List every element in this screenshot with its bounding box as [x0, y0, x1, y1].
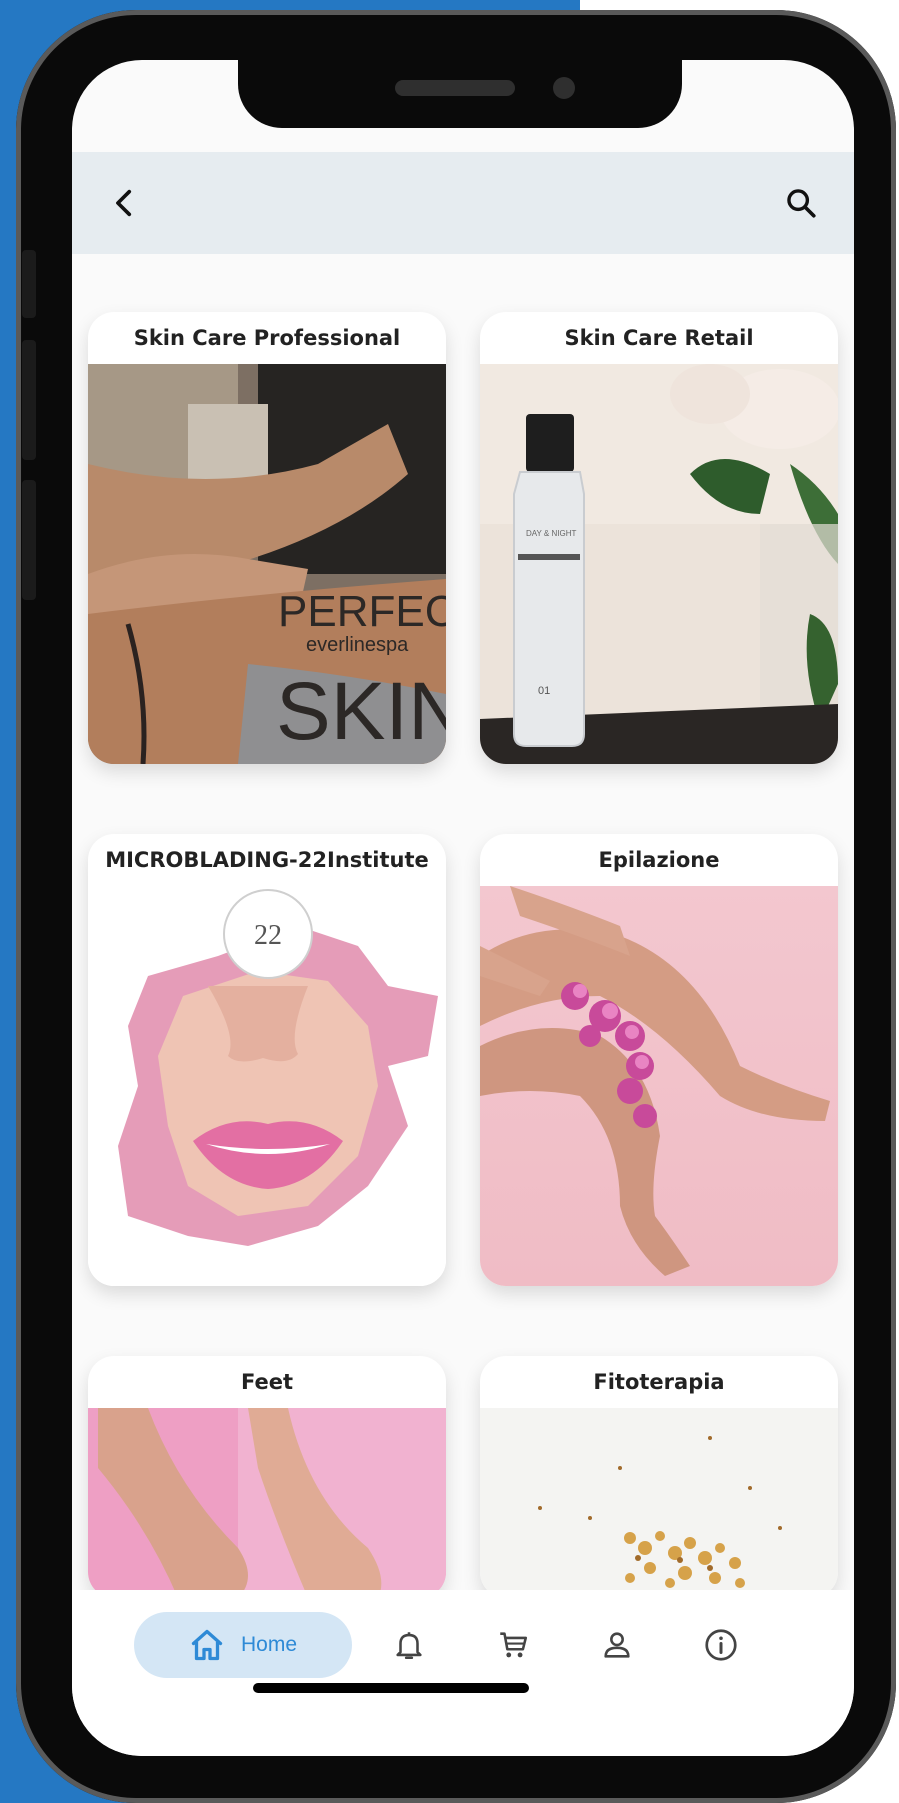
nav-home-label: Home [240, 1633, 298, 1656]
overlay-text: 01 [538, 685, 550, 697]
cleansing-bottle-photo: DAY & NIGHT 01 [480, 364, 838, 764]
category-title: Fitoterapia [593, 1370, 725, 1394]
phone-side-button [22, 480, 36, 600]
category-card-skin-care-professional[interactable]: Skin Care Professional PERFECT everlines… [88, 312, 446, 764]
dried-herbs-photo [480, 1408, 838, 1598]
phone-side-button [22, 250, 36, 318]
category-card-microblading[interactable]: MICROBLADING-22Institute 22 [88, 834, 446, 1286]
overlay-text: everlinespa [306, 634, 409, 656]
phone-side-button [22, 340, 36, 460]
nav-info-button[interactable] [696, 1620, 746, 1670]
category-card-fitoterapia[interactable]: Fitoterapia [480, 1356, 838, 1598]
category-title: MICROBLADING-22Institute [105, 848, 429, 872]
nav-home-button[interactable]: Home [134, 1612, 352, 1678]
back-button[interactable] [100, 178, 150, 228]
speaker-grille [395, 80, 515, 96]
category-title: Feet [240, 1370, 294, 1394]
overlay-text: PERFECT [278, 587, 446, 636]
category-title: Skin Care Professional [133, 326, 401, 350]
chevron-left-icon [116, 189, 132, 217]
home-icon [191, 1629, 223, 1661]
category-card-epilazione[interactable]: Epilazione [480, 834, 838, 1286]
category-card-feet[interactable]: Feet [88, 1356, 446, 1598]
feet-pink-photo [88, 1408, 446, 1598]
search-icon [787, 189, 816, 218]
app-screen: Skin Care Professional PERFECT everlines… [72, 60, 854, 1756]
spa-massage-photo: PERFECT everlinespa SKIN [88, 364, 446, 764]
nav-notifications-button[interactable] [384, 1620, 434, 1670]
nav-profile-button[interactable] [592, 1620, 642, 1670]
overlay-text: 22 [254, 920, 282, 951]
search-button[interactable] [776, 178, 826, 228]
overlay-text: DAY & NIGHT [526, 529, 576, 538]
phone-notch [238, 60, 682, 128]
category-title: Skin Care Retail [564, 326, 754, 350]
legs-orchid-photo [480, 886, 838, 1286]
front-camera [553, 77, 575, 99]
info-icon [705, 1629, 737, 1661]
cart-icon [500, 1632, 528, 1658]
overlay-text: SKIN [276, 666, 446, 757]
top-app-bar [72, 152, 854, 254]
category-card-skin-care-retail[interactable]: Skin Care Retail DAY & NIGHT 01 [480, 312, 838, 764]
bell-icon [396, 1632, 422, 1660]
user-icon [604, 1632, 630, 1658]
category-title: Epilazione [598, 848, 720, 872]
home-indicator [253, 1683, 529, 1693]
lips-torn-paper-photo: 22 [88, 886, 446, 1286]
nav-cart-button[interactable] [488, 1620, 538, 1670]
bottom-navigation: Home [72, 1590, 854, 1756]
